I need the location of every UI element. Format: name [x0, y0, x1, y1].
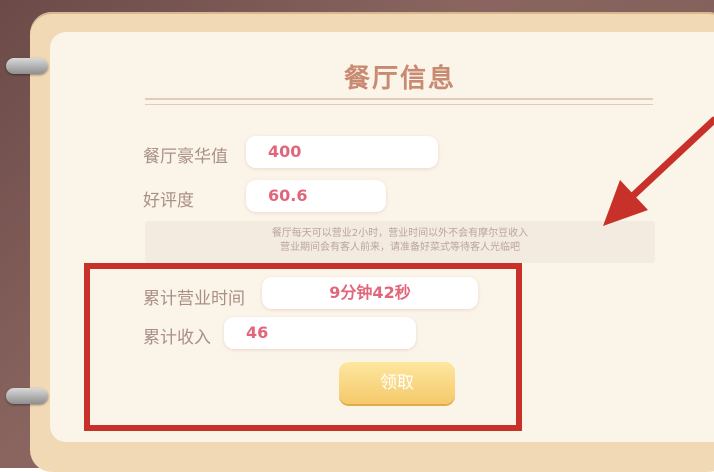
pointer-arrow-icon — [603, 116, 714, 226]
